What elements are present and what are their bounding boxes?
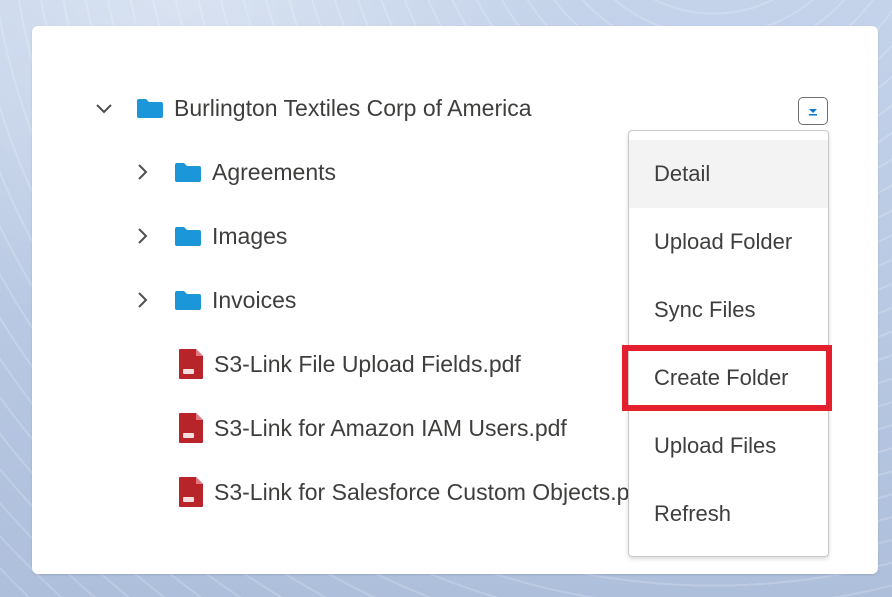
tree-item-file[interactable]: S3-Link for Amazon IAM Users.pdf (178, 408, 567, 448)
tree-item-label: Images (212, 222, 288, 249)
tree-item-file[interactable]: S3-Link File Upload Fields.pdf (178, 344, 521, 384)
folder-icon (174, 225, 202, 247)
pdf-icon (178, 348, 204, 380)
tree-item-label: S3-Link for Salesforce Custom Objects.pd… (214, 478, 649, 505)
menu-item-label: Upload Folder (654, 229, 793, 254)
menu-item-label: Detail (654, 161, 711, 186)
menu-item-label: Create Folder (654, 365, 789, 390)
tree-item-file[interactable]: S3-Link for Salesforce Custom Objects.pd… (178, 472, 649, 512)
tree-root-row[interactable]: Burlington Textiles Corp of America (94, 88, 532, 128)
menu-item-sync-files[interactable]: Sync Files (629, 276, 828, 344)
menu-item-create-folder[interactable]: Create Folder (629, 344, 828, 412)
folder-icon (174, 161, 202, 183)
menu-item-label: Sync Files (654, 297, 756, 322)
chevron-right-icon[interactable] (132, 290, 152, 310)
menu-item-refresh[interactable]: Refresh (629, 480, 828, 548)
chevron-down-icon[interactable] (94, 98, 114, 118)
tree-item-label: S3-Link File Upload Fields.pdf (214, 350, 521, 377)
tree-root-label: Burlington Textiles Corp of America (174, 94, 532, 121)
folder-icon (174, 289, 202, 311)
tree-item-label: Agreements (212, 158, 337, 185)
actions-dropdown-menu: Detail Upload Folder Sync Files Create F… (628, 130, 829, 557)
menu-item-upload-folder[interactable]: Upload Folder (629, 208, 828, 276)
tree-item-folder[interactable]: Agreements (132, 152, 336, 192)
tree-item-folder[interactable]: Images (132, 216, 287, 256)
tree-item-label: Invoices (212, 286, 297, 313)
tree-item-folder[interactable]: Invoices (132, 280, 296, 320)
folder-icon (136, 97, 164, 119)
chevron-right-icon[interactable] (132, 162, 152, 182)
pdf-icon (178, 412, 204, 444)
chevron-down-icon (806, 106, 820, 116)
menu-item-upload-files[interactable]: Upload Files (629, 412, 828, 480)
pdf-icon (178, 476, 204, 508)
chevron-right-icon[interactable] (132, 226, 152, 246)
menu-item-label: Upload Files (654, 433, 777, 458)
menu-item-detail[interactable]: Detail (629, 140, 828, 208)
actions-menu-button[interactable] (798, 97, 828, 125)
tree-item-label: S3-Link for Amazon IAM Users.pdf (214, 414, 567, 441)
menu-item-label: Refresh (654, 501, 732, 526)
